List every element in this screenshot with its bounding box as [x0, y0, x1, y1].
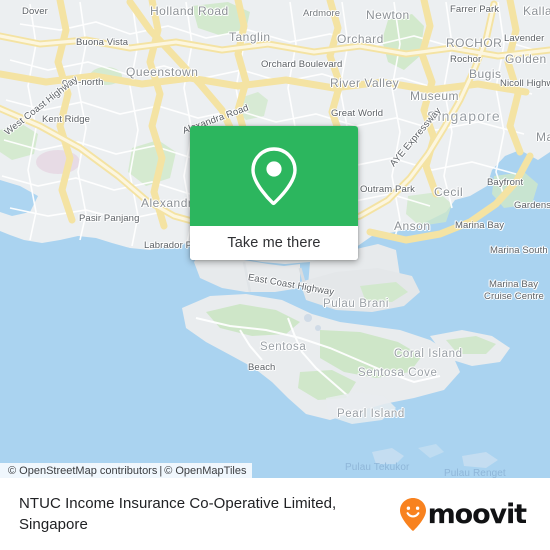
- attribution-separator: |: [159, 464, 163, 477]
- page-title: NTUC Income Insurance Co-Operative Limit…: [19, 495, 337, 533]
- attribution-osm[interactable]: © OpenStreetMap contributors: [8, 465, 157, 477]
- map-screenshot: { "app": { "brand": "moovit", "brand_col…: [0, 0, 550, 550]
- moovit-wordmark: moovit: [427, 498, 528, 530]
- map-viewport[interactable]: Dover Holland Road Ardmore Newton Farrer Par…: [0, 0, 550, 478]
- map-attribution: © OpenStreetMap contributors | © OpenMap…: [0, 463, 252, 478]
- footer-bar: NTUC Income Insurance Co-Operative Limit…: [0, 478, 550, 550]
- take-me-there-label: Take me there: [227, 235, 321, 251]
- attribution-tiles[interactable]: © OpenMapTiles: [164, 465, 246, 477]
- take-me-there-button[interactable]: Take me there: [190, 226, 358, 260]
- location-pin-icon: [248, 145, 300, 207]
- moovit-smiley-pin-icon: [398, 497, 428, 531]
- popup-pin-area: [190, 126, 358, 226]
- moovit-logo[interactable]: moovit: [398, 497, 528, 531]
- location-popup-card[interactable]: Take me there: [190, 126, 358, 260]
